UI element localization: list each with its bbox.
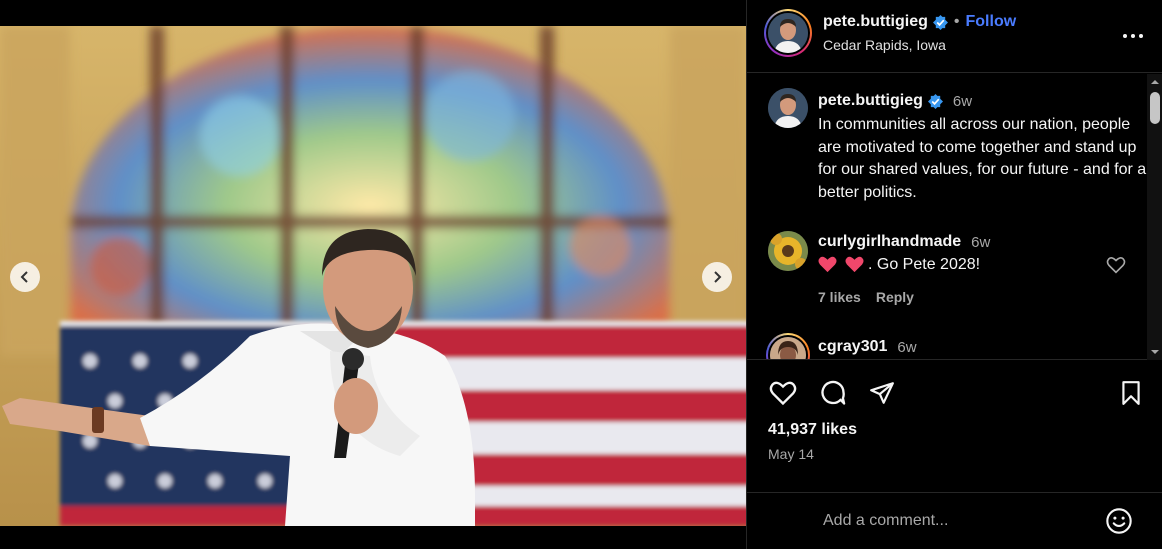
more-options-button[interactable] [1121,24,1145,48]
author-username[interactable]: pete.buttigieg [823,13,928,31]
story-ring[interactable] [766,333,810,359]
more-options-icon [1123,34,1143,38]
comment-likes[interactable]: 7 likes [818,289,861,305]
emoji-button[interactable] [1104,506,1134,536]
comments-scrollbar[interactable] [1147,74,1162,360]
comment-bubble-icon [821,380,846,405]
caption-header: pete.buttigieg 6w [818,92,972,110]
comment-time[interactable]: 6w [897,339,916,356]
caption-username[interactable]: pete.buttigieg [818,92,923,110]
author-avatar[interactable] [768,13,808,53]
comment-like-button[interactable] [1105,254,1127,276]
caption-avatar[interactable] [768,88,808,128]
comments-list[interactable]: pete.buttigieg 6w In communities all acr… [747,74,1162,360]
post-image[interactable] [0,26,746,526]
comment-body: . Go Pete 2028! [868,255,981,273]
comment-text: . Go Pete 2028! [818,255,980,274]
post-photo [0,26,746,526]
comment-avatar[interactable] [770,337,806,359]
comment-avatar[interactable] [768,231,808,271]
paper-plane-icon [870,382,894,404]
caption-text: In communities all across our nation, pe… [818,116,1147,201]
comment-time[interactable]: 6w [971,234,990,251]
comment-button[interactable] [816,376,850,410]
share-button[interactable] [865,376,899,410]
comment-header: cgray301 6w [818,338,917,356]
comment-input[interactable] [823,509,1093,533]
scroll-thumb[interactable] [1150,92,1160,124]
like-button[interactable] [766,376,800,410]
caption-time[interactable]: 6w [953,93,972,110]
post-side-panel: pete.buttigieg • Follow Cedar Rapids, Io… [746,0,1162,549]
heart-emoji-icon [845,255,864,274]
scroll-up-arrow-icon[interactable] [1150,77,1160,87]
comment-meta: 7 likes Reply [818,289,914,305]
post-location[interactable]: Cedar Rapids, Iowa [823,37,946,53]
chevron-left-icon [20,271,28,283]
post-header: pete.buttigieg • Follow Cedar Rapids, Io… [747,0,1162,73]
emoji-smile-icon [1106,508,1132,534]
chevron-right-icon [714,271,722,283]
verified-badge-icon [927,93,943,109]
follow-button[interactable]: Follow [966,13,1017,31]
like-count[interactable]: 41,937 likes [768,421,857,439]
comment-username[interactable]: cgray301 [818,338,887,356]
post-date[interactable]: May 14 [768,446,814,462]
reply-button[interactable]: Reply [876,289,914,305]
story-ring[interactable] [764,9,812,57]
save-button[interactable] [1114,376,1148,410]
next-image-button[interactable] [702,262,732,292]
comment-username[interactable]: curlygirlhandmade [818,233,961,251]
heart-emoji-icon [818,255,837,274]
verified-badge-icon [932,14,948,30]
previous-image-button[interactable] [10,262,40,292]
add-comment-bar [747,492,1162,549]
bookmark-icon [1122,381,1140,405]
scroll-down-arrow-icon[interactable] [1150,347,1160,357]
heart-outline-icon [1106,257,1126,274]
comment-header: curlygirlhandmade 6w [818,233,990,251]
separator-dot: • [953,13,960,30]
post-actions [747,376,1162,412]
heart-outline-icon [769,381,797,406]
